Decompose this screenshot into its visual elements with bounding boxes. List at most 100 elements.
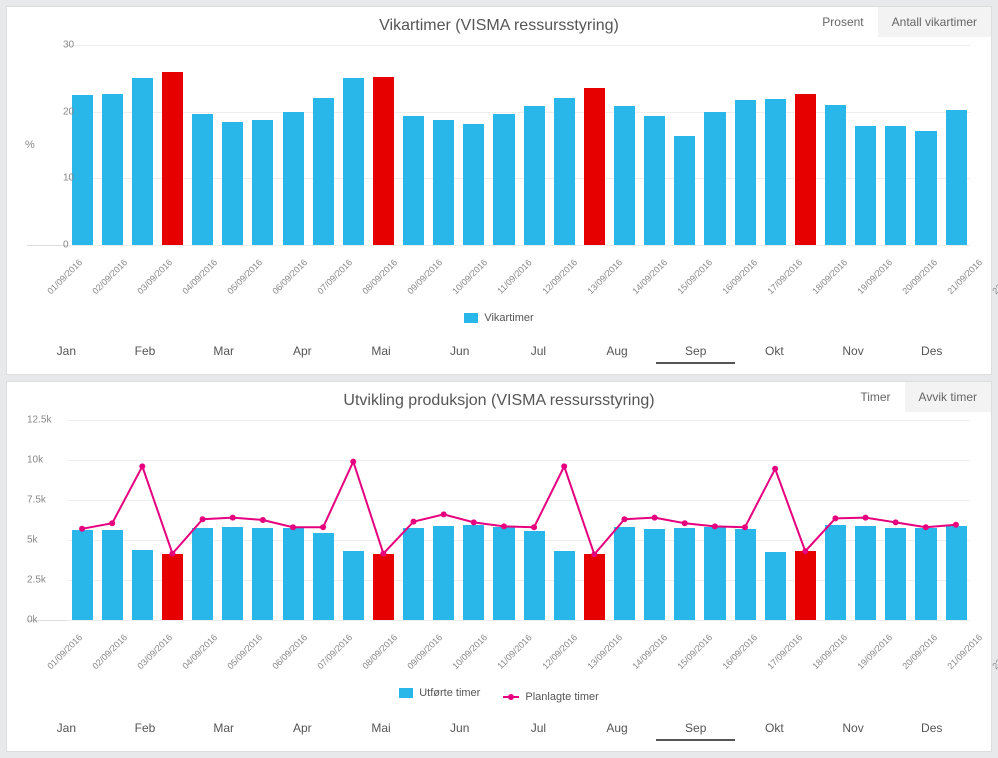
bar[interactable] [885, 126, 906, 245]
bar[interactable] [72, 95, 93, 245]
bar[interactable] [855, 126, 876, 245]
legend-line-planlagte [503, 696, 519, 698]
bar[interactable] [946, 526, 967, 620]
ytick: 20 [63, 106, 67, 117]
bar[interactable] [403, 116, 424, 245]
bar[interactable] [704, 527, 725, 620]
bar[interactable] [765, 552, 786, 620]
bar[interactable] [162, 72, 183, 245]
bar[interactable] [463, 525, 484, 620]
month-jun[interactable]: Jun [420, 717, 499, 741]
bar[interactable] [946, 110, 967, 245]
bar[interactable] [885, 528, 906, 620]
bar[interactable] [704, 112, 725, 245]
bar[interactable] [554, 98, 575, 245]
bar[interactable] [463, 124, 484, 245]
bar[interactable] [283, 112, 304, 245]
month-aug[interactable]: Aug [578, 340, 657, 364]
month-mai[interactable]: Mai [342, 340, 421, 364]
bar[interactable] [524, 531, 545, 620]
bar[interactable] [674, 136, 695, 245]
month-jan[interactable]: Jan [27, 340, 106, 364]
ytick: 0k [27, 615, 38, 626]
tab-timer[interactable]: Timer [846, 382, 904, 412]
bar[interactable] [373, 77, 394, 245]
bar[interactable] [343, 78, 364, 245]
month-des[interactable]: Des [892, 717, 971, 741]
bar[interactable] [132, 78, 153, 245]
month-sep[interactable]: Sep [656, 340, 735, 364]
month-jul[interactable]: Jul [499, 717, 578, 741]
month-mar[interactable]: Mar [184, 340, 263, 364]
month-apr[interactable]: Apr [263, 340, 342, 364]
bar[interactable] [72, 530, 93, 620]
ytick: 10k [27, 455, 43, 466]
tabs-bottom: Timer Avvik timer [846, 382, 991, 412]
bar[interactable] [132, 550, 153, 620]
ytick: 2.5k [27, 575, 46, 586]
bar[interactable] [403, 528, 424, 620]
bar[interactable] [644, 529, 665, 620]
bar[interactable] [313, 98, 334, 245]
bar[interactable] [313, 533, 334, 620]
month-mar[interactable]: Mar [184, 717, 263, 741]
bar[interactable] [162, 554, 183, 620]
bar[interactable] [102, 94, 123, 245]
bar[interactable] [735, 100, 756, 245]
bar[interactable] [915, 528, 936, 620]
tab-avvik-timer[interactable]: Avvik timer [905, 382, 991, 412]
bar[interactable] [674, 528, 695, 620]
bar[interactable] [825, 525, 846, 620]
chart2-title: Utvikling produksjon (VISMA ressursstyri… [7, 382, 991, 416]
month-nov[interactable]: Nov [814, 340, 893, 364]
panel-vikartimer: Prosent Antall vikartimer Vikartimer (VI… [6, 6, 992, 375]
month-mai[interactable]: Mai [342, 717, 421, 741]
bar[interactable] [102, 530, 123, 620]
bar[interactable] [765, 99, 786, 245]
chart2-xlabels: 01/09/201602/09/201603/09/201604/09/2016… [67, 621, 971, 681]
bar[interactable] [252, 120, 273, 245]
month-apr[interactable]: Apr [263, 717, 342, 741]
bar[interactable] [735, 529, 756, 620]
ytick: 0 [63, 240, 67, 251]
month-des[interactable]: Des [892, 340, 971, 364]
bar[interactable] [192, 528, 213, 620]
bar[interactable] [584, 88, 605, 245]
month-okt[interactable]: Okt [735, 717, 814, 741]
bar[interactable] [493, 114, 514, 245]
tab-antall-vikartimer[interactable]: Antall vikartimer [878, 7, 991, 37]
bar[interactable] [433, 120, 454, 245]
month-aug[interactable]: Aug [578, 717, 657, 741]
bar[interactable] [222, 122, 243, 245]
bar[interactable] [915, 131, 936, 245]
chart2-plot: 0k2.5k5k7.5k10k12.5k [27, 420, 971, 621]
month-jan[interactable]: Jan [27, 717, 106, 741]
month-feb[interactable]: Feb [106, 340, 185, 364]
month-feb[interactable]: Feb [106, 717, 185, 741]
bar[interactable] [855, 526, 876, 620]
month-nov[interactable]: Nov [814, 717, 893, 741]
bar[interactable] [524, 106, 545, 245]
bar[interactable] [252, 528, 273, 620]
bar[interactable] [343, 551, 364, 620]
bar[interactable] [584, 554, 605, 620]
bar[interactable] [795, 94, 816, 245]
bar[interactable] [493, 527, 514, 620]
month-okt[interactable]: Okt [735, 340, 814, 364]
month-sep[interactable]: Sep [656, 717, 735, 741]
bar[interactable] [825, 105, 846, 245]
months-row-2: JanFebMarAprMaiJunJulAugSepOktNovDes [7, 713, 991, 751]
bar[interactable] [614, 527, 635, 620]
bar[interactable] [433, 526, 454, 620]
tab-prosent[interactable]: Prosent [808, 7, 877, 37]
bar[interactable] [644, 116, 665, 245]
bar[interactable] [554, 551, 575, 620]
bar[interactable] [795, 551, 816, 620]
bar[interactable] [283, 528, 304, 620]
bar[interactable] [614, 106, 635, 245]
bar[interactable] [192, 114, 213, 245]
bar[interactable] [222, 527, 243, 620]
month-jul[interactable]: Jul [499, 340, 578, 364]
bar[interactable] [373, 554, 394, 620]
month-jun[interactable]: Jun [420, 340, 499, 364]
